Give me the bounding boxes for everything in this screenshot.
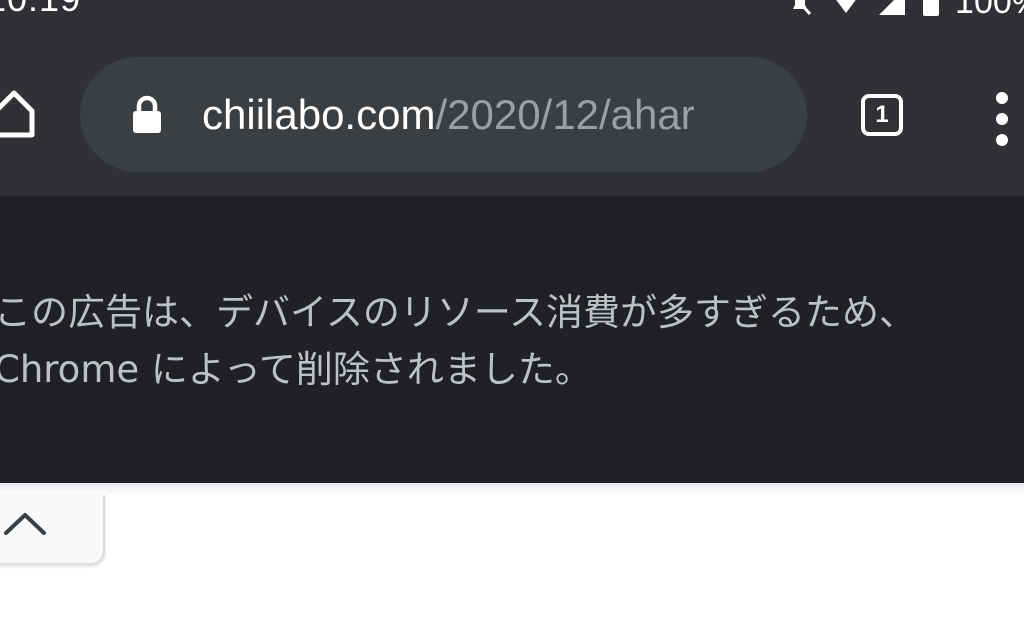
- status-bar: 10:19 100%: [0, 0, 1024, 20]
- address-bar[interactable]: chiilabo.com/2020/12/ahar: [80, 57, 807, 172]
- ad-removed-message-line1: この広告は、デバイスのリソース消費が多すぎるため、: [0, 291, 917, 334]
- chevron-up-icon: [4, 513, 46, 535]
- battery-charging-icon: [923, 0, 940, 16]
- more-vert-icon[interactable]: [990, 92, 1014, 162]
- battery-percentage: 100%: [955, 0, 1024, 20]
- status-time: 10:19: [0, 0, 81, 20]
- bottom-sheet-edge: [0, 483, 1024, 495]
- status-icons: 100%: [785, 0, 1024, 20]
- lock-icon[interactable]: [130, 95, 164, 135]
- url-host: chiilabo.com: [202, 91, 436, 138]
- notifications-off-icon: [793, 0, 812, 16]
- page-content: この広告は、デバイスのリソース消費が多すぎるため、 Chrome によって削除さ…: [0, 196, 1024, 483]
- ad-removed-message-line2: Chrome によって削除されました。: [0, 348, 592, 391]
- url-path: /2020/12/ahar: [435, 91, 695, 138]
- tab-switcher-button[interactable]: 1: [861, 94, 903, 136]
- bottom-sheet-toggle[interactable]: [0, 495, 105, 565]
- home-icon[interactable]: [0, 87, 38, 139]
- url-text[interactable]: chiilabo.com/2020/12/ahar: [202, 85, 777, 145]
- wifi-icon: [836, 0, 856, 13]
- browser-toolbar: chiilabo.com/2020/12/ahar 1: [0, 20, 1024, 196]
- cell-signal-icon: [879, 0, 906, 15]
- ad-removed-message: この広告は、デバイスのリソース消費が多すぎるため、 Chrome によって削除さ…: [0, 284, 1024, 398]
